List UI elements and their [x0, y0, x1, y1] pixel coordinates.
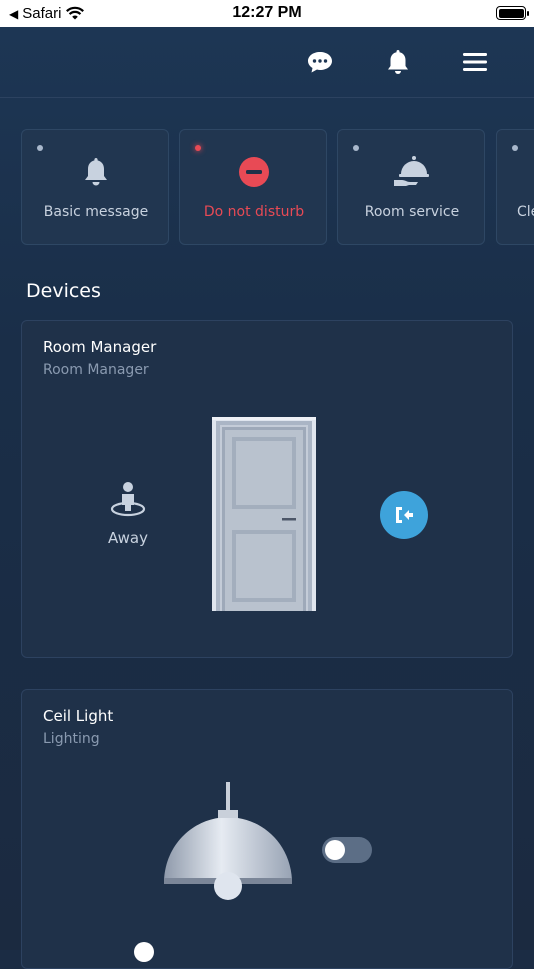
- scene-basic-message[interactable]: Basic message: [21, 129, 169, 245]
- top-bar: [0, 27, 534, 98]
- device-type: Lighting: [43, 731, 100, 747]
- status-dot: [37, 145, 43, 151]
- light-toggle[interactable]: [322, 837, 372, 863]
- scene-label: Cle: [517, 204, 534, 220]
- device-card-room-manager[interactable]: Room Manager Room Manager Away: [21, 320, 513, 658]
- exit-icon: [396, 507, 413, 523]
- app-screen: Basic message Do not disturb Room servic…: [0, 27, 534, 969]
- do-not-disturb-icon: [180, 154, 328, 190]
- status-dot: [353, 145, 359, 151]
- door-image: [212, 417, 316, 611]
- exit-button[interactable]: [380, 491, 428, 539]
- battery-icon: [496, 6, 529, 20]
- scene-label: Room service: [364, 204, 460, 220]
- section-title-devices: Devices: [26, 280, 101, 302]
- status-dot: [512, 145, 518, 151]
- room-service-icon: [338, 154, 486, 190]
- menu-icon[interactable]: [460, 47, 490, 77]
- person-presence-icon: [110, 482, 146, 517]
- brightness-slider-handle[interactable]: [134, 942, 154, 962]
- clock: 12:27 PM: [232, 4, 302, 21]
- chat-icon[interactable]: [305, 47, 335, 77]
- status-bar: ◀ Safari 12:27 PM: [0, 0, 534, 27]
- device-name: Room Manager: [43, 338, 157, 356]
- ceiling-lamp-image: [164, 782, 292, 900]
- bell-icon: [22, 154, 170, 190]
- device-type: Room Manager: [43, 362, 149, 378]
- status-dot-active: [195, 145, 201, 151]
- presence-label: Away: [108, 529, 148, 547]
- bell-icon[interactable]: [383, 47, 413, 77]
- presence-indicator: Away: [102, 481, 154, 547]
- scene-do-not-disturb[interactable]: Do not disturb: [179, 129, 327, 245]
- scene-label: Basic message: [43, 204, 149, 220]
- scene-row: Basic message Do not disturb Room servic…: [21, 129, 534, 247]
- scene-label: Do not disturb: [203, 204, 305, 220]
- scene-partial[interactable]: Cle: [496, 129, 534, 245]
- device-name: Ceil Light: [43, 707, 114, 725]
- scene-room-service[interactable]: Room service: [337, 129, 485, 245]
- device-card-ceil-light[interactable]: Ceil Light Lighting: [21, 689, 513, 969]
- toggle-knob: [325, 840, 345, 860]
